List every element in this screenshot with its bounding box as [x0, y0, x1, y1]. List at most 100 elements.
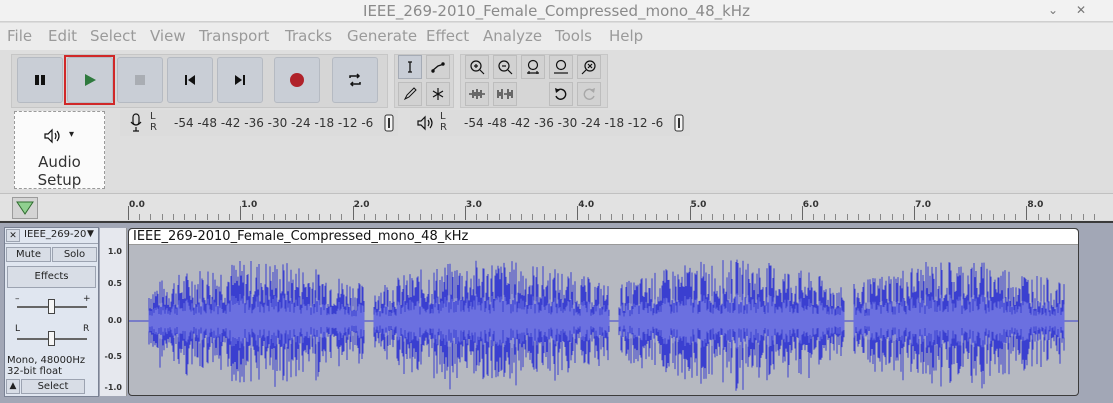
multi-tool-button[interactable]: [426, 82, 450, 106]
track-menu-arrow-icon[interactable]: ▼: [87, 229, 94, 239]
ruler-minor-tick: [824, 214, 826, 220]
ruler-minor-tick: [229, 214, 231, 220]
effects-button[interactable]: Effects: [7, 266, 96, 288]
scale-label: 0.0: [107, 316, 122, 325]
ruler-minor-tick: [835, 214, 837, 220]
minimize-chevron-icon[interactable]: ⌄: [1044, 1, 1062, 19]
meter-right-label: R: [440, 122, 447, 133]
ruler-minor-tick: [644, 214, 646, 220]
pan-slider-handle[interactable]: [48, 331, 55, 346]
meter-slider-handle-icon[interactable]: [384, 113, 394, 133]
ruler-minor-tick: [375, 214, 377, 220]
playback-meter[interactable]: L R -54 -48 -42 -36 -30 -24 -18 -12 -6: [410, 110, 690, 136]
ruler-minor-tick: [857, 214, 859, 220]
ruler-minor-tick: [869, 214, 871, 220]
menu-help[interactable]: Help: [609, 27, 643, 45]
menu-view[interactable]: View: [150, 27, 186, 45]
ruler-minor-tick: [195, 214, 197, 220]
skip-to-end-button[interactable]: [217, 57, 263, 103]
zoom-out-button[interactable]: [493, 55, 517, 79]
collapse-track-button[interactable]: ▲: [6, 379, 20, 394]
audio-clip[interactable]: IEEE_269-2010_Female_Compressed_mono_48_…: [128, 228, 1079, 396]
close-track-button[interactable]: ✕: [6, 229, 20, 242]
pause-button[interactable]: [17, 57, 63, 103]
timeline-ruler[interactable]: 0.0 1.0 2.0 3.0 4.0 5.0 6.0 7.0 8.0: [0, 193, 1113, 220]
menu-edit[interactable]: Edit: [48, 27, 77, 45]
ruler-minor-tick: [678, 214, 680, 220]
solo-button[interactable]: Solo: [52, 247, 97, 262]
menu-analyze[interactable]: Analyze: [483, 27, 542, 45]
menu-tools[interactable]: Tools: [555, 27, 592, 45]
record-meter[interactable]: L R -54 -48 -42 -36 -30 -24 -18 -12 -6: [120, 110, 398, 136]
ruler-minor-tick: [723, 214, 725, 220]
ruler-minor-tick: [846, 214, 848, 220]
mute-button[interactable]: Mute: [6, 247, 51, 262]
fit-project-button[interactable]: [549, 55, 573, 79]
zoom-toggle-button[interactable]: [577, 55, 601, 79]
ruler-minor-tick: [610, 214, 612, 220]
menu-file[interactable]: File: [7, 27, 32, 45]
menu-effect[interactable]: Effect: [426, 27, 469, 45]
draw-tool-button[interactable]: [398, 82, 422, 106]
skip-start-icon: [185, 75, 195, 85]
zoom-fit-icon: [554, 59, 568, 74]
ruler-minor-tick: [487, 214, 489, 220]
gain-minus-label: –: [15, 294, 20, 304]
menu-transport[interactable]: Transport: [199, 27, 269, 45]
zoom-in-button[interactable]: [465, 55, 489, 79]
meter-slider-handle-icon[interactable]: [674, 113, 684, 133]
ruler-minor-tick: [711, 214, 713, 220]
redo-button[interactable]: [577, 82, 601, 106]
ruler-label: 6.0: [802, 200, 819, 210]
ruler-minor-tick: [959, 214, 961, 220]
fit-selection-button[interactable]: [521, 55, 545, 79]
ruler-minor-tick: [419, 214, 421, 220]
gain-slider-handle[interactable]: [48, 299, 55, 314]
trim-audio-button[interactable]: [465, 82, 489, 106]
ruler-minor-tick: [1093, 214, 1095, 220]
silence-icon: [497, 89, 513, 99]
track-area-margin: [1080, 228, 1107, 396]
ibeam-icon: [408, 61, 412, 73]
undo-button[interactable]: [549, 82, 573, 106]
ruler-minor-tick: [521, 214, 523, 220]
menu-generate[interactable]: Generate: [347, 27, 417, 45]
record-button[interactable]: [274, 57, 320, 103]
ruler-minor-tick: [745, 214, 747, 220]
menu-tracks[interactable]: Tracks: [285, 27, 332, 45]
menu-select[interactable]: Select: [90, 27, 136, 45]
selection-tool-button[interactable]: [398, 55, 422, 79]
waveform[interactable]: [129, 246, 1078, 396]
audio-setup-button[interactable]: ▾ Audio Setup: [14, 111, 105, 189]
stop-button[interactable]: [117, 57, 163, 103]
ruler-minor-tick: [902, 214, 904, 220]
close-window-icon[interactable]: ✕: [1072, 1, 1090, 19]
stop-icon: [135, 75, 145, 85]
envelope-icon: [431, 62, 445, 73]
ruler-minor-tick: [1015, 214, 1017, 220]
clip-title[interactable]: IEEE_269-2010_Female_Compressed_mono_48_…: [129, 229, 1078, 245]
vertical-amplitude-scale[interactable]: 1.0 0.5 0.0 -0.5 -1.0: [100, 228, 127, 396]
ruler-minor-tick: [655, 214, 657, 220]
record-icon: [290, 73, 304, 87]
pencil-icon: [403, 87, 417, 101]
silence-audio-button[interactable]: [493, 82, 517, 106]
ruler-minor-tick: [408, 214, 410, 220]
audio-setup-label: Audio Setup: [37, 153, 82, 189]
ruler-minor-tick: [184, 214, 186, 220]
envelope-tool-button[interactable]: [426, 55, 450, 79]
track-name-menu[interactable]: IEEE_269-20: [24, 229, 86, 240]
undo-icon: [555, 88, 567, 100]
ruler-minor-tick: [756, 214, 758, 220]
skip-to-start-button[interactable]: [167, 57, 213, 103]
loop-icon: [349, 73, 361, 87]
ruler-minor-tick: [588, 214, 590, 220]
select-track-button[interactable]: Select: [21, 379, 85, 394]
scale-label: 0.5: [107, 279, 122, 288]
loop-button[interactable]: [332, 57, 378, 103]
timeline-options-button[interactable]: [12, 197, 38, 219]
ruler-label: 7.0: [915, 200, 932, 210]
ruler-minor-tick: [1037, 214, 1039, 220]
ruler-minor-tick: [1003, 214, 1005, 220]
ruler-minor-tick: [936, 214, 938, 220]
